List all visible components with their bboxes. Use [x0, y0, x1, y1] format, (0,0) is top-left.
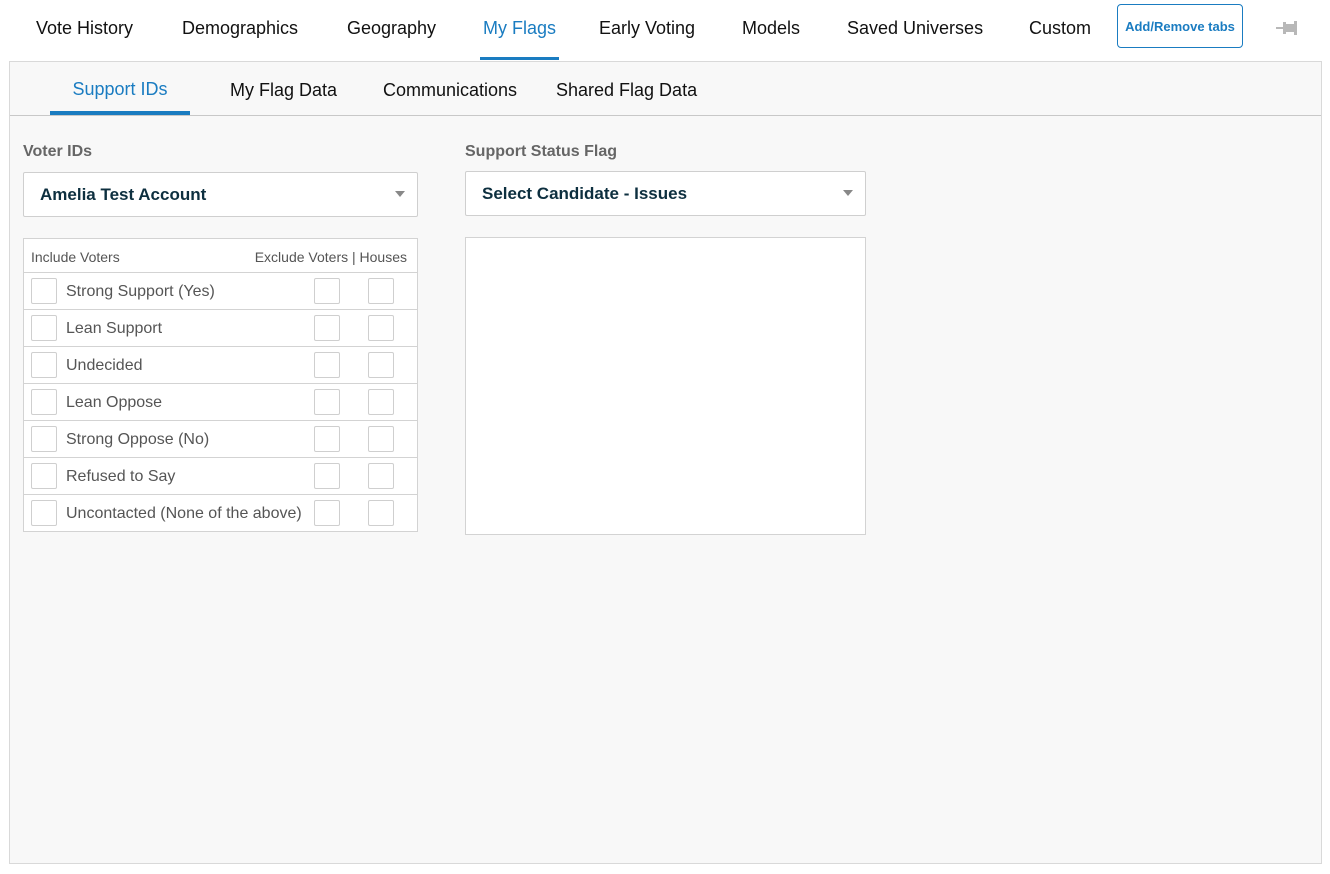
include-checkbox[interactable]	[31, 463, 57, 489]
exclude-houses-checkbox[interactable]	[368, 278, 394, 304]
row-label: Strong Oppose (No)	[66, 431, 210, 448]
top-tab-bar: Vote History Demographics Geography My F…	[0, 0, 1330, 62]
row-label: Strong Support (Yes)	[66, 283, 215, 300]
voter-ids-select[interactable]: Amelia Test Account	[23, 172, 418, 217]
include-checkbox[interactable]	[31, 500, 57, 526]
table-row: Lean Support	[24, 310, 417, 347]
include-checkbox[interactable]	[31, 278, 57, 304]
row-label: Lean Support	[66, 320, 163, 337]
voter-ids-label: Voter IDs	[23, 143, 93, 160]
tab-early-voting[interactable]: Early Voting	[599, 0, 695, 60]
voter-ids-selected-value: Amelia Test Account	[40, 185, 207, 204]
table-row: Undecided	[24, 347, 417, 384]
table-row: Refused to Say	[24, 458, 417, 495]
include-checkbox[interactable]	[31, 426, 57, 452]
tab-my-flags[interactable]: My Flags	[480, 0, 559, 60]
row-label: Refused to Say	[66, 468, 176, 485]
exclude-voters-checkbox[interactable]	[314, 500, 340, 526]
exclude-houses-checkbox[interactable]	[368, 500, 394, 526]
support-status-label: Support Status Flag	[465, 143, 617, 160]
table-row: Strong Support (Yes)	[24, 273, 417, 310]
support-ids-table: Include Voters Exclude Voters | Houses S…	[23, 238, 418, 532]
main-panel: Support IDs My Flag Data Communications …	[9, 61, 1322, 864]
include-voters-header: Include Voters	[31, 249, 120, 265]
support-status-selected-value: Select Candidate - Issues	[482, 184, 688, 203]
tab-shared-flag-data[interactable]: Shared Flag Data	[556, 62, 697, 115]
row-label: Undecided	[66, 357, 143, 374]
exclude-voters-houses-header: Exclude Voters | Houses	[254, 249, 407, 265]
exclude-houses-checkbox[interactable]	[368, 352, 394, 378]
exclude-voters-checkbox[interactable]	[314, 426, 340, 452]
exclude-voters-checkbox[interactable]	[314, 278, 340, 304]
table-row: Uncontacted (None of the above)	[24, 495, 417, 531]
exclude-houses-checkbox[interactable]	[368, 315, 394, 341]
exclude-voters-checkbox[interactable]	[314, 352, 340, 378]
tab-my-flag-data[interactable]: My Flag Data	[230, 62, 337, 115]
table-row: Lean Oppose	[24, 384, 417, 421]
exclude-voters-checkbox[interactable]	[314, 463, 340, 489]
include-checkbox[interactable]	[31, 315, 57, 341]
chevron-down-icon	[843, 190, 853, 196]
add-remove-tabs-button[interactable]: Add/Remove tabs	[1117, 4, 1243, 48]
exclude-voters-checkbox[interactable]	[314, 315, 340, 341]
table-header: Include Voters Exclude Voters | Houses	[24, 239, 417, 273]
tab-saved-universes[interactable]: Saved Universes	[847, 0, 983, 60]
exclude-houses-checkbox[interactable]	[368, 463, 394, 489]
table-row: Strong Oppose (No)	[24, 421, 417, 458]
support-status-select[interactable]: Select Candidate - Issues	[465, 171, 866, 216]
include-checkbox[interactable]	[31, 389, 57, 415]
tab-demographics[interactable]: Demographics	[182, 0, 298, 60]
chevron-down-icon	[395, 191, 405, 197]
exclude-houses-checkbox[interactable]	[368, 426, 394, 452]
row-label: Lean Oppose	[66, 394, 163, 411]
pin-icon[interactable]	[1276, 18, 1298, 38]
tab-models[interactable]: Models	[742, 0, 800, 60]
tab-vote-history[interactable]: Vote History	[36, 0, 133, 60]
tab-custom[interactable]: Custom	[1029, 0, 1091, 60]
row-label: Uncontacted (None of the above)	[66, 505, 302, 522]
sub-tab-bar: Support IDs My Flag Data Communications …	[10, 62, 1321, 116]
tab-communications[interactable]: Communications	[383, 62, 517, 115]
exclude-voters-checkbox[interactable]	[314, 389, 340, 415]
tab-geography[interactable]: Geography	[347, 0, 436, 60]
exclude-houses-checkbox[interactable]	[368, 389, 394, 415]
support-status-list[interactable]	[465, 237, 866, 535]
include-checkbox[interactable]	[31, 352, 57, 378]
tab-support-ids[interactable]: Support IDs	[50, 62, 190, 115]
